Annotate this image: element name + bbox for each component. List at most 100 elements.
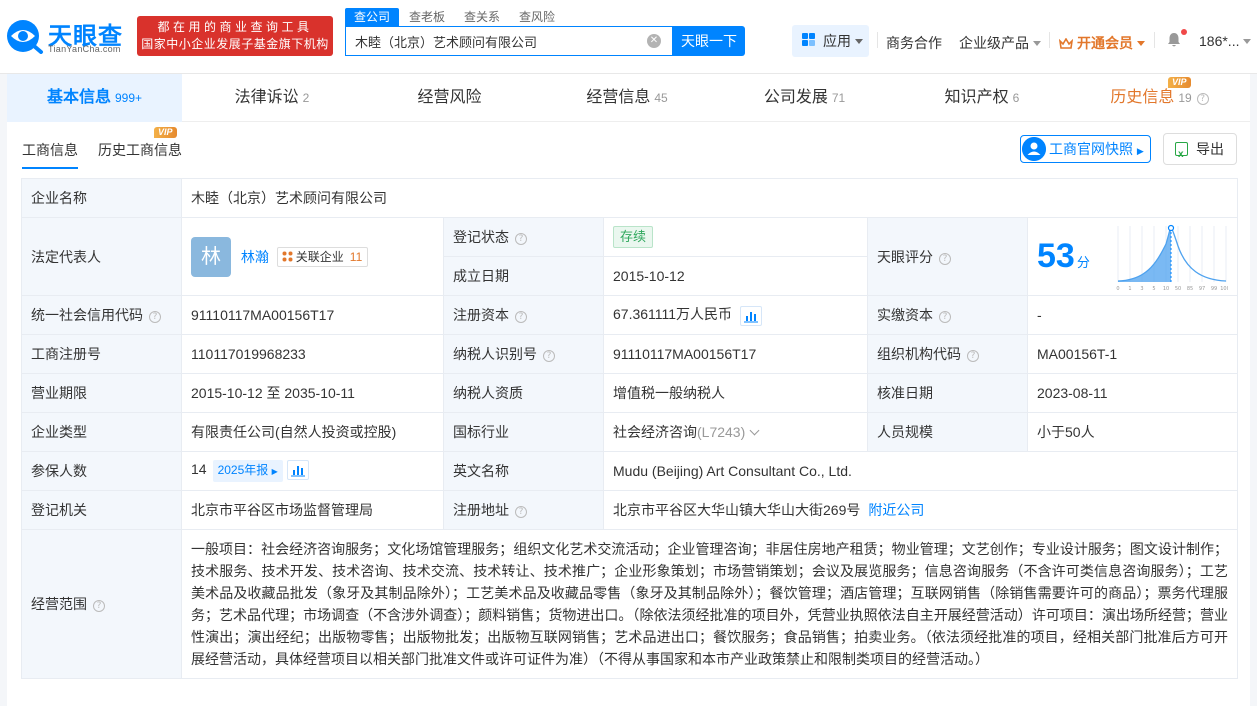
tab-count: 6 bbox=[1012, 91, 1020, 105]
label-staff-size: 人员规模 bbox=[867, 412, 1028, 452]
label-status: 登记状态? bbox=[443, 217, 604, 257]
nav-open-vip[interactable]: 开通会员 bbox=[1059, 33, 1145, 53]
help-icon[interactable]: ? bbox=[149, 311, 161, 323]
table-row: 经营范围? 一般项目：社会经济咨询服务；文化场馆管理服务；组织文化艺术交流活动；… bbox=[21, 529, 1238, 679]
export-button[interactable]: 导出 bbox=[1163, 133, 1237, 170]
chevron-down-icon bbox=[1033, 41, 1041, 46]
score-cell[interactable]: 53分 0 1 3 5 10 50 85 97 99100 bbox=[1027, 217, 1238, 296]
tab-label: 法律诉讼 bbox=[234, 89, 299, 106]
taxpayer-id: 91110117MA00156T17 bbox=[603, 334, 868, 374]
subtab-business-info[interactable]: 工商信息 bbox=[22, 140, 78, 169]
label-score: 天眼评分? bbox=[867, 217, 1028, 296]
approval-date: 2023-08-11 bbox=[1027, 373, 1238, 413]
company-name: 木睦（北京）艺术顾问有限公司 bbox=[181, 178, 1238, 218]
search-tab-boss[interactable]: 查老板 bbox=[409, 8, 445, 26]
label-text: 注册资本 bbox=[453, 307, 509, 323]
tax-quality: 增值税一般纳税人 bbox=[603, 373, 868, 413]
bar-chart-icon bbox=[744, 311, 759, 323]
label-text: 统一社会信用代码 bbox=[31, 307, 143, 323]
score-distribution-chart: 0 1 3 5 10 50 85 97 99100 bbox=[1116, 224, 1228, 292]
nav-enterprise-products[interactable]: 企业级产品 bbox=[959, 33, 1041, 53]
help-icon[interactable]: ? bbox=[967, 350, 979, 362]
label-address: 注册地址? bbox=[443, 490, 604, 530]
subtab-history-business-info[interactable]: 历史工商信息 bbox=[98, 140, 182, 160]
crown-icon bbox=[1059, 38, 1073, 49]
score-value: 53 bbox=[1037, 237, 1075, 275]
official-snapshot-button[interactable]: 工商官网快照 ▶ bbox=[1020, 135, 1151, 163]
tab-label: 经营风险 bbox=[417, 89, 482, 106]
help-icon[interactable]: ? bbox=[543, 350, 555, 362]
industry: 社会经济咨询 bbox=[613, 424, 697, 440]
tab-business-info[interactable]: 经营信息 45 bbox=[537, 74, 717, 122]
tab-legal[interactable]: 法律诉讼 2 bbox=[182, 74, 362, 122]
help-icon[interactable]: ? bbox=[939, 252, 951, 265]
tab-business-risk[interactable]: 经营风险 bbox=[362, 74, 537, 122]
tab-development[interactable]: 公司发展 71 bbox=[717, 74, 892, 122]
score-axis-tick: 0 bbox=[1116, 286, 1119, 292]
help-icon[interactable]: ? bbox=[1196, 93, 1209, 105]
business-term: 2015-10-12 至 2035-10-11 bbox=[181, 373, 444, 413]
status-badge: 存续 bbox=[613, 226, 654, 248]
tab-count: 999+ bbox=[114, 91, 143, 105]
notification-bell-icon[interactable] bbox=[1166, 32, 1182, 48]
company-type: 有限责任公司(自然人投资或控股) bbox=[181, 412, 444, 452]
help-icon[interactable]: ? bbox=[93, 600, 105, 612]
nav-vip-label: 开通会员 bbox=[1077, 35, 1133, 51]
annual-report-tag[interactable]: 2025年报 ▶ bbox=[212, 460, 283, 482]
bar-chart-icon bbox=[290, 466, 305, 477]
insured-chart-button[interactable] bbox=[286, 460, 309, 481]
tab-basic-info[interactable]: 基本信息 999+ bbox=[7, 74, 182, 122]
registration-authority: 北京市平谷区市场监督管理局 bbox=[181, 490, 444, 530]
search-tab-company[interactable]: 查公司 bbox=[345, 8, 400, 26]
logo-eye-icon bbox=[7, 20, 43, 54]
clear-search-icon[interactable]: ✕ bbox=[647, 34, 661, 48]
tab-history[interactable]: 历史信息 19? bbox=[1072, 74, 1247, 122]
label-tax-quality: 纳税人资质 bbox=[443, 373, 604, 413]
label-text: 实缴资本 bbox=[877, 307, 933, 323]
tab-label: 公司发展 bbox=[763, 89, 828, 106]
paid-capital: - bbox=[1027, 295, 1238, 335]
search-input[interactable] bbox=[346, 27, 636, 55]
nav-divider bbox=[1049, 32, 1050, 48]
search-tab-relation[interactable]: 查关系 bbox=[464, 8, 500, 26]
label-text: 经营范围 bbox=[31, 596, 87, 612]
capital-chart-button[interactable] bbox=[740, 305, 763, 326]
apps-menu-button[interactable]: 应用 bbox=[792, 25, 869, 57]
nearby-companies-link[interactable]: 附近公司 bbox=[868, 502, 924, 518]
legal-rep-link[interactable]: 林瀚 bbox=[241, 249, 269, 265]
snapshot-label: 工商官网快照 bbox=[1049, 141, 1133, 157]
score-axis-tick: 10 bbox=[1163, 286, 1169, 292]
help-icon[interactable]: ? bbox=[515, 506, 527, 518]
table-row: 营业期限 2015-10-12 至 2035-10-11 纳税人资质 增值税一般… bbox=[21, 373, 1238, 413]
report-label: 2025年报 bbox=[217, 463, 269, 477]
search-button[interactable]: 天眼一下 bbox=[673, 26, 745, 56]
tab-label: 历史信息 bbox=[1110, 89, 1175, 106]
score-axis-tick: 5 bbox=[1152, 286, 1155, 292]
reg-capital-cell: 67.361111万人民币 bbox=[603, 295, 868, 335]
label-legal-rep: 法定代表人 bbox=[21, 217, 182, 296]
chevron-down-icon bbox=[855, 39, 863, 44]
nav-business-cooperation[interactable]: 商务合作 bbox=[886, 33, 942, 53]
label-taxpayer-id: 纳税人识别号? bbox=[443, 334, 604, 374]
triangle-right-icon: ▶ bbox=[1136, 146, 1144, 156]
tab-ip[interactable]: 知识产权 6 bbox=[892, 74, 1072, 122]
industry-cell[interactable]: 社会经济咨询(L7243) bbox=[603, 412, 868, 452]
table-row: 工商注册号 110117019968233 纳税人识别号? 91110117MA… bbox=[21, 334, 1238, 374]
search-tab-risk[interactable]: 查风险 bbox=[519, 8, 555, 26]
help-icon[interactable]: ? bbox=[515, 233, 527, 245]
avatar[interactable]: 林 bbox=[191, 236, 231, 277]
score-axis-tick: 1 bbox=[1128, 286, 1131, 292]
user-phone: 186*... bbox=[1199, 33, 1240, 49]
main-tab-bar: 基本信息 999+ 法律诉讼 2 经营风险 经营信息 45 公司发展 71 知识产权 6 … bbox=[7, 74, 1250, 122]
network-icon bbox=[282, 251, 293, 261]
related-companies-tag[interactable]: 关联企业 11 bbox=[276, 246, 369, 267]
tab-label: 基本信息 bbox=[46, 89, 111, 106]
help-icon[interactable]: ? bbox=[515, 311, 527, 323]
notification-dot bbox=[1181, 29, 1187, 35]
tab-count: 45 bbox=[654, 91, 668, 105]
slogan-line-1: 都在用的商业查询工具 bbox=[157, 20, 313, 34]
help-icon[interactable]: ? bbox=[939, 311, 951, 323]
user-account-menu[interactable]: 186*... bbox=[1199, 33, 1252, 49]
label-text: 注册地址 bbox=[453, 502, 509, 518]
tianyancha-logo[interactable]: 天眼查 TianYanCha.com bbox=[6, 16, 130, 58]
